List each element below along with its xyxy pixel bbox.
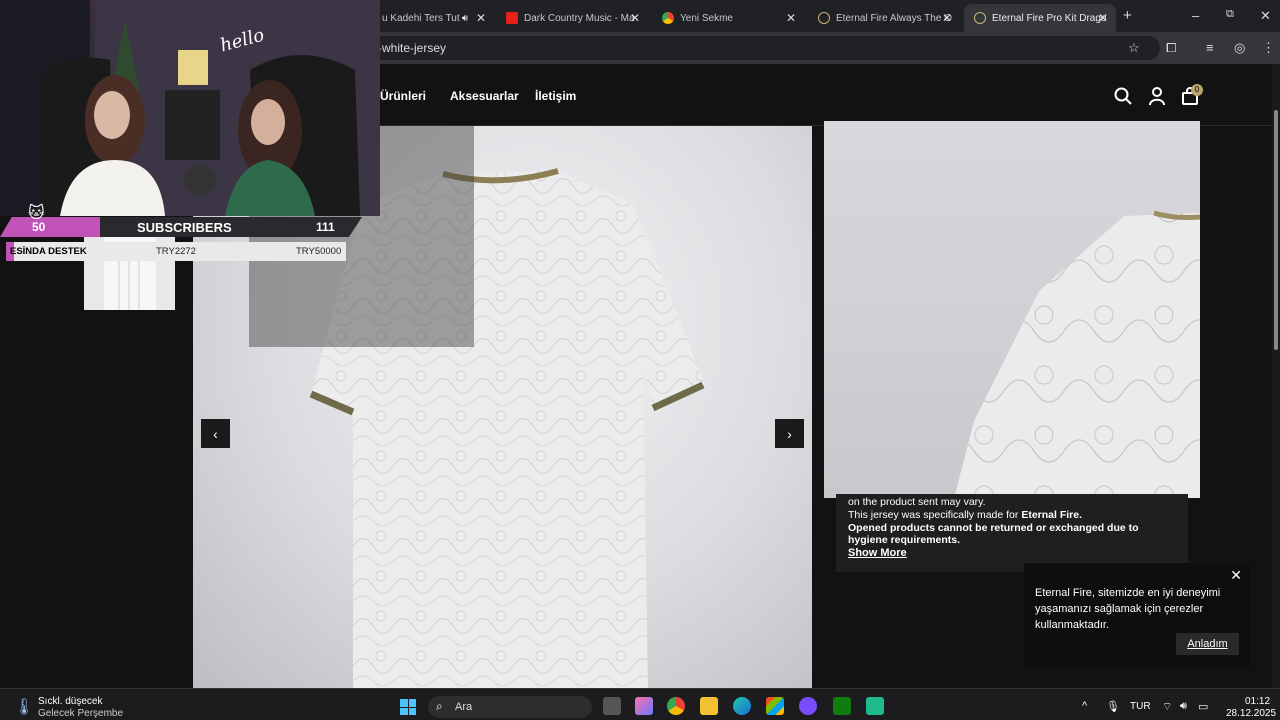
subscriber-goal: 111 <box>316 220 335 234</box>
tab-eternal-fire-active[interactable]: Eternal Fire Pro Kit Drago ✕ <box>964 4 1116 32</box>
tab-label: Yeni Sekme <box>680 12 733 24</box>
webcam-overlay: hello <box>0 0 380 216</box>
webcam-image <box>0 0 380 216</box>
scrollbar-thumb[interactable] <box>1274 110 1278 350</box>
chrome-icon <box>662 12 674 24</box>
cart-count-badge: 0 <box>1191 84 1203 96</box>
close-icon[interactable]: ✕ <box>786 11 796 25</box>
chrome-taskbar-icon[interactable] <box>667 697 685 715</box>
microphone-icon[interactable]: 🎙︎ <box>1106 700 1120 713</box>
address-bar[interactable]: -white-jersey <box>370 36 1160 60</box>
jersey-zoom-image <box>954 210 1200 498</box>
eternal-fire-icon <box>818 12 830 24</box>
edge-icon[interactable] <box>733 697 751 715</box>
return-policy-line: hygiene requirements. <box>848 534 961 547</box>
product-description: on the product sent may vary. This jerse… <box>836 494 1188 572</box>
extensions-icon[interactable]: ⧠ <box>1166 40 1176 56</box>
task-view-icon[interactable] <box>603 697 621 715</box>
description-line: This jersey was specifically made for <box>848 508 1022 521</box>
nav-link-products[interactable]: r Ürünleri <box>372 89 426 103</box>
close-icon[interactable]: ✕ <box>1230 567 1242 583</box>
tab-youtube[interactable]: Dark Country Music - Ma ✕ <box>496 4 648 32</box>
zoomed-product-image <box>824 121 1200 498</box>
youtube-icon <box>506 12 518 24</box>
weather-title[interactable]: Sıckl. düşecek <box>38 696 102 707</box>
tab-label: Dark Country Music - Ma <box>524 12 635 24</box>
nav-link-accessories[interactable]: Aksesuarlar <box>450 89 519 103</box>
cookie-banner: ✕ Eternal Fire, sitemizde en iyi deneyim… <box>1024 563 1250 666</box>
nav-link-contact[interactable]: İletişim <box>535 89 576 103</box>
close-icon[interactable]: ✕ <box>1098 11 1108 25</box>
clock-date[interactable]: 28.12.2025 <box>1226 708 1276 719</box>
close-icon[interactable]: ✕ <box>630 11 640 25</box>
search-placeholder: Ara <box>455 701 473 713</box>
copilot-icon[interactable] <box>635 697 653 715</box>
donation-label: ESİNDA DESTEK <box>10 246 87 257</box>
show-more-link[interactable]: Show More <box>848 547 1176 560</box>
media-control-icon[interactable]: ≡ <box>1206 40 1214 55</box>
tab-label: Eternal Fire Pro Kit Drago <box>992 12 1107 24</box>
close-icon[interactable]: ✕ <box>476 11 486 25</box>
start-button[interactable] <box>400 699 416 715</box>
weather-subtitle: Gelecek Perşembe <box>38 708 124 719</box>
donation-goal: TRY50000 <box>296 246 342 257</box>
new-tab-button[interactable]: + <box>1123 7 1132 24</box>
weather-icon[interactable]: 🌡︎ <box>14 697 34 717</box>
donation-current: TRY2272 <box>156 246 196 257</box>
volume-icon[interactable]: 🔊︎ <box>1180 700 1187 713</box>
account-icon[interactable] <box>1147 86 1167 106</box>
close-icon[interactable]: ✕ <box>942 11 952 25</box>
taskbar-search[interactable]: ⌕ Ara <box>428 696 592 718</box>
cookie-text: Eternal Fire, sitemizde en iyi deneyimi … <box>1035 587 1221 631</box>
tab-new[interactable]: Yeni Sekme ✕ <box>652 4 804 32</box>
store-icon[interactable] <box>766 697 784 715</box>
language-indicator[interactable]: TUR <box>1130 701 1151 712</box>
tab-label: Eternal Fire Always The O <box>836 12 952 24</box>
return-policy-line: Opened products cannot be returned or ex… <box>848 521 1139 534</box>
menu-icon[interactable]: ⋮ <box>1262 40 1275 56</box>
profile-icon[interactable]: ◎ <box>1234 40 1245 56</box>
cat-mascot-icon: 🐱︎ <box>28 205 45 222</box>
tab-label: u Kadehi Ters Tut <box>382 12 460 24</box>
brand-name: Eternal Fire. <box>1021 508 1083 521</box>
minimize-button[interactable]: – <box>1192 8 1199 23</box>
search-icon[interactable] <box>1113 86 1133 106</box>
subscriber-label: SUBSCRIBERS <box>137 220 232 235</box>
url-text: -white-jersey <box>378 41 447 55</box>
tab-audio[interactable]: u Kadehi Ters Tut 🔊︎ ✕ <box>372 4 494 32</box>
eternal-fire-icon <box>974 12 986 24</box>
subscriber-goal-bar: 50 SUBSCRIBERS 111 🐱︎ <box>0 205 380 237</box>
close-window-button[interactable]: ✕ <box>1260 8 1271 24</box>
audio-icon[interactable]: 🔊︎ <box>462 13 468 24</box>
app-icon[interactable] <box>799 697 817 715</box>
search-icon: ⌕ <box>436 699 443 713</box>
donation-goal-bar: ESİNDA DESTEK TRY2272 TRY50000 <box>6 242 346 261</box>
gallery-prev-button[interactable]: ‹ <box>201 419 230 448</box>
file-explorer-icon[interactable] <box>700 697 718 715</box>
wifi-icon[interactable]: ⌔ <box>1162 700 1172 714</box>
bookmark-star-icon[interactable]: ☆ <box>1128 40 1140 56</box>
tab-eternal-fire-1[interactable]: Eternal Fire Always The O ✕ <box>808 4 960 32</box>
maximize-button[interactable]: ⧉ <box>1226 8 1234 21</box>
kick-app-icon[interactable] <box>866 697 884 715</box>
battery-icon[interactable]: ▭ <box>1198 700 1208 713</box>
gallery-next-button[interactable]: › <box>775 419 804 448</box>
clock-time[interactable]: 01:12 <box>1245 696 1270 707</box>
cookie-accept-button[interactable]: Anladım <box>1176 633 1239 655</box>
chevron-up-icon[interactable]: ^ <box>1082 700 1087 712</box>
xbox-icon[interactable] <box>833 697 851 715</box>
description-line: on the product sent may vary. <box>848 496 986 508</box>
